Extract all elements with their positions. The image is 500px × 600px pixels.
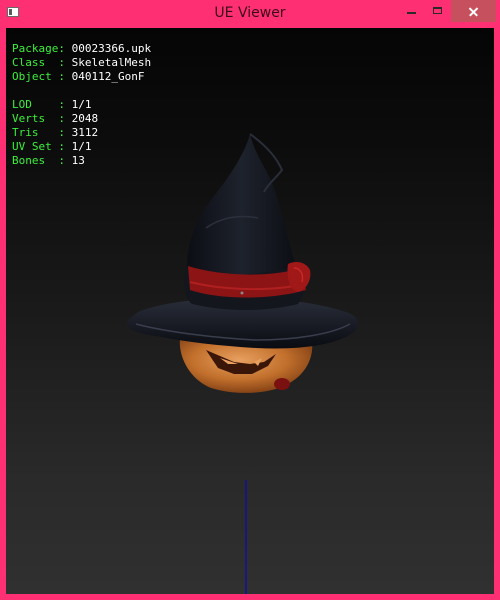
info-label: Tris : [12,126,65,139]
info-row-object: Object : 040112_GonF [12,70,151,84]
info-row-class: Class : SkeletalMesh [12,56,151,70]
info-value: 1/1 [71,98,92,111]
info-label: Bones : [12,154,65,167]
info-value: 3112 [71,126,99,139]
info-value: SkeletalMesh [71,56,152,69]
info-label: Class : [12,56,65,69]
info-label: Object : [12,70,65,83]
info-value: 00023366.upk [71,42,152,55]
info-value: 1/1 [71,140,92,153]
info-value: 2048 [71,112,99,125]
info-row-verts: Verts : 2048 [12,112,151,126]
info-label: UV Set : [12,140,65,153]
info-value: 13 [71,154,85,167]
info-row-package: Package: 00023366.upk [12,42,151,56]
info-label: Package: [12,42,65,55]
title-bar[interactable]: UE Viewer [0,0,500,27]
info-row-lod: LOD : 1/1 [12,98,151,112]
mesh-info-panel: Package: 00023366.upk Class : SkeletalMe… [12,42,151,168]
3d-viewport[interactable]: Package: 00023366.upk Class : SkeletalMe… [6,28,494,594]
app-window: UE Viewer Package: 00023366.upk Class: … [0,0,500,600]
info-value: 040112_GonF [71,70,145,83]
witch-hat [127,133,359,349]
info-label: Verts : [12,112,65,125]
info-label: LOD : [12,98,65,111]
info-row-bones: Bones : 13 [12,154,151,168]
info-row-uvset: UV Set : 1/1 [12,140,151,154]
maximize-button[interactable] [425,0,451,22]
info-row-tris: Tris : 3112 [12,126,151,140]
minimize-button[interactable] [398,0,425,22]
close-button[interactable] [451,0,496,22]
